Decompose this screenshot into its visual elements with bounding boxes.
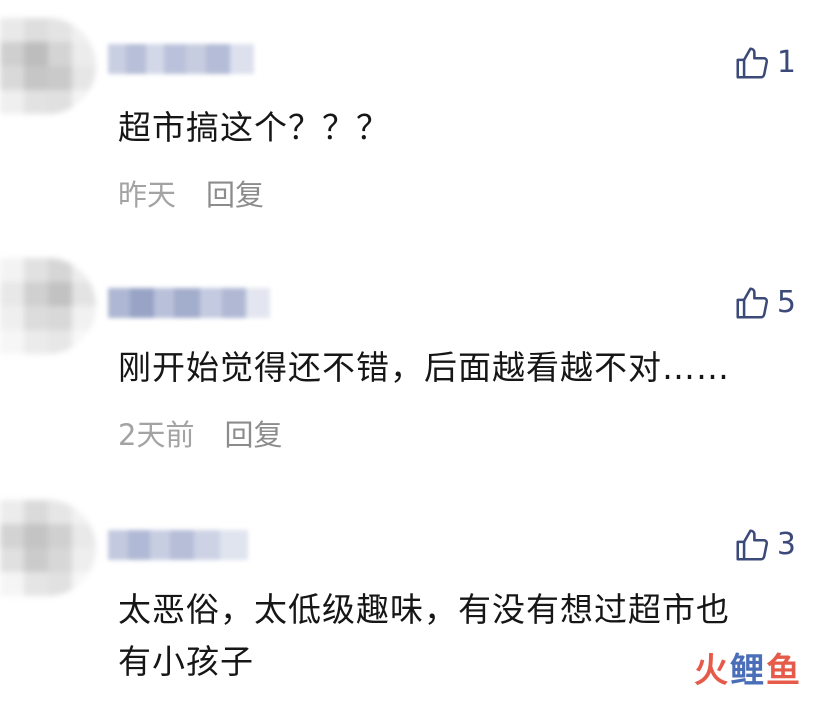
comment-meta: 昨天 回复 <box>118 172 264 214</box>
like-count: 5 <box>776 285 796 320</box>
like-button[interactable]: 3 <box>733 526 796 564</box>
like-count: 3 <box>776 527 796 562</box>
comment-text: 超市搞这个？？？ <box>118 108 390 147</box>
avatar[interactable] <box>0 500 96 596</box>
avatar[interactable] <box>0 18 96 114</box>
thumbs-up-icon <box>736 47 768 79</box>
watermark-part-1: 火 <box>694 651 728 691</box>
comment-text-line-2: 有小孩子 <box>118 642 254 681</box>
comment-meta: 2天前 回复 <box>118 412 282 454</box>
thumbs-up-icon <box>736 529 768 561</box>
watermark-part-2: 鲤 <box>730 651 764 691</box>
like-button[interactable]: 1 <box>733 44 796 82</box>
comment-text-line-1: 太恶俗，太低级趣味，有没有想过超市也 <box>118 590 730 629</box>
watermark-part-3: 鱼 <box>766 651 800 691</box>
thumbs-up-icon <box>736 287 768 319</box>
username-blurred[interactable] <box>108 530 248 560</box>
like-button[interactable]: 5 <box>733 284 796 322</box>
reply-button[interactable]: 回复 <box>224 412 282 454</box>
timestamp: 昨天 <box>118 178 177 212</box>
username-blurred[interactable] <box>108 288 270 318</box>
reply-button[interactable]: 回复 <box>206 172 264 214</box>
watermark-logo: 火 鲤 鱼 <box>694 643 800 692</box>
comment-text: 刚开始觉得还不错，后面越看越不对…… <box>118 348 730 387</box>
timestamp: 2天前 <box>118 418 195 452</box>
username-blurred[interactable] <box>108 44 254 74</box>
like-count: 1 <box>776 45 796 80</box>
avatar[interactable] <box>0 258 96 354</box>
